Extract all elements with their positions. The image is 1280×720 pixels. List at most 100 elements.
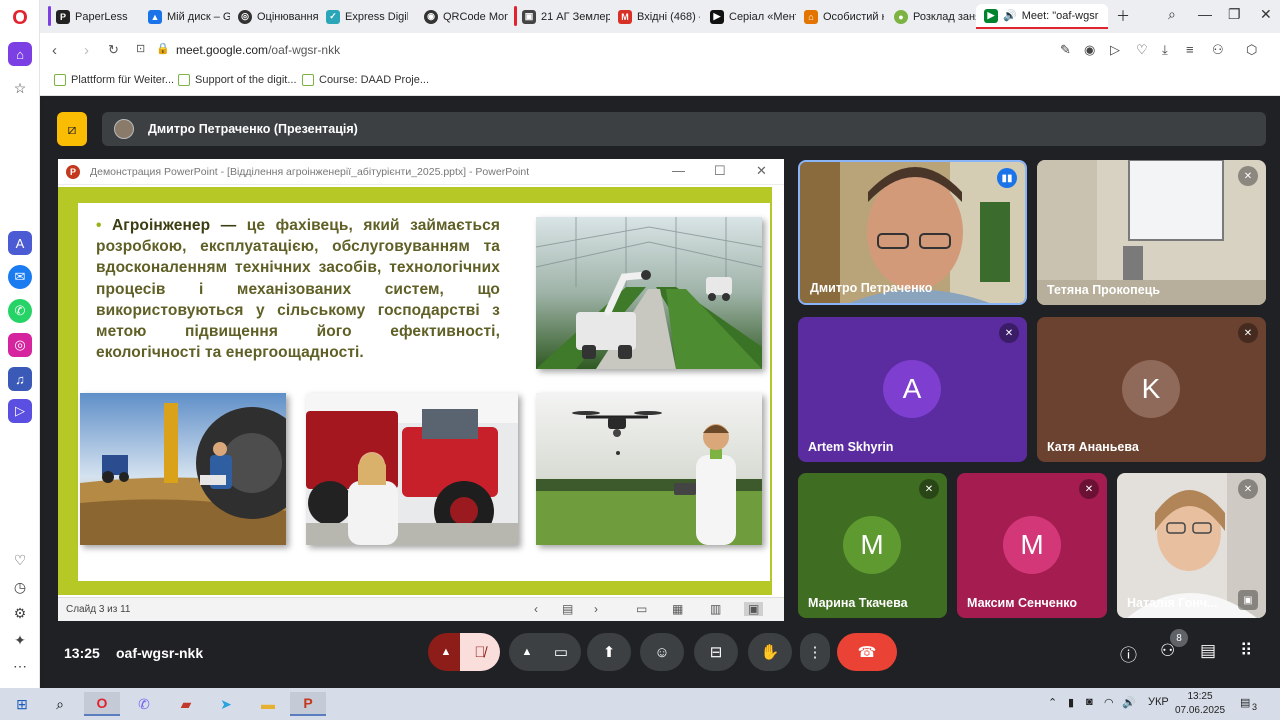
send-icon[interactable]: ▷: [1110, 42, 1120, 58]
stop-presenting-button[interactable]: ⧄: [57, 112, 87, 146]
messenger-icon[interactable]: ✉: [8, 265, 32, 289]
clock[interactable]: 13:25 07.06.2025: [1172, 690, 1228, 718]
leave-call-button[interactable]: ☎: [837, 633, 897, 671]
history-icon[interactable]: ◷: [8, 575, 32, 599]
tab-3[interactable]: ✓ Express Digibo: [318, 4, 408, 29]
prev-slide-icon[interactable]: ‹: [534, 602, 538, 616]
download-icon[interactable]: ⤓: [1162, 42, 1168, 58]
tab-8[interactable]: ⌂ Особистий ка: [796, 4, 884, 29]
close-button[interactable]: ✕: [1260, 6, 1272, 23]
language-indicator[interactable]: УКР: [1148, 696, 1169, 708]
back-icon[interactable]: ‹: [52, 42, 57, 59]
powerpoint-taskbar-icon[interactable]: P: [290, 692, 326, 716]
camera-toggle-button[interactable]: ▭: [541, 633, 581, 671]
windows-start-icon[interactable]: ⊞: [4, 692, 40, 716]
participant-avatar: M: [843, 516, 901, 574]
volume-icon[interactable]: 🔊: [1122, 696, 1136, 709]
search-tabs-icon[interactable]: ⌕: [1168, 6, 1176, 23]
reading-view-icon[interactable]: ▥: [710, 602, 721, 616]
whatsapp-icon[interactable]: ✆: [8, 299, 32, 323]
bookmark-1[interactable]: Support of the digit...: [178, 74, 297, 86]
reload-icon[interactable]: ↻: [108, 42, 119, 58]
url-field[interactable]: meet.google.com/oaf-wgsr-nkk: [176, 43, 340, 57]
lock-icon[interactable]: 🔒: [156, 42, 170, 55]
heart-icon[interactable]: ♡: [1136, 42, 1148, 58]
participant-tile[interactable]: M ✕ Марина Ткачева: [798, 473, 947, 618]
participant-tile[interactable]: ✕ ▣ Наталія Гонч...: [1117, 473, 1266, 618]
player-icon[interactable]: ▷: [8, 399, 32, 423]
notifications-icon[interactable]: ▤: [1240, 696, 1250, 709]
tab-4[interactable]: ◉ QRCode Monk: [416, 4, 508, 29]
camera-tray-icon[interactable]: ◙: [1086, 696, 1093, 708]
forward-icon[interactable]: ›: [84, 42, 89, 59]
profile-icon[interactable]: ⚇: [1212, 42, 1224, 58]
music-icon[interactable]: ♫: [8, 367, 32, 391]
people-icon[interactable]: ⚇: [1160, 641, 1175, 661]
network-icon[interactable]: ◠: [1104, 696, 1114, 709]
tray-chevron-icon[interactable]: ⌃: [1048, 696, 1057, 709]
aria-icon[interactable]: A: [8, 231, 32, 255]
reactions-button[interactable]: ☺: [640, 633, 684, 671]
activities-icon[interactable]: ⠿: [1240, 641, 1252, 661]
file-explorer-icon[interactable]: ▬: [250, 692, 286, 716]
opera-logo-icon[interactable]: O: [8, 6, 32, 30]
sorter-view-icon[interactable]: ▦: [672, 602, 683, 616]
instagram-icon[interactable]: ◎: [8, 333, 32, 357]
heart-icon[interactable]: ♡: [8, 548, 32, 572]
more-icon[interactable]: ⋯: [8, 654, 32, 678]
home-icon[interactable]: ⌂: [8, 42, 32, 66]
mic-options-button[interactable]: ▲: [428, 633, 464, 671]
tab-9[interactable]: ● Розклад занят: [886, 4, 980, 29]
menu-icon[interactable]: ≡: [1186, 42, 1194, 57]
tab-6[interactable]: M Вхідні (468) – g: [610, 4, 700, 29]
audio-icon[interactable]: 🔊: [1003, 9, 1017, 22]
microphone-toggle-button[interactable]: 🎙̸: [460, 633, 500, 671]
bulb-icon[interactable]: ✦: [8, 628, 32, 652]
bookmark-0[interactable]: Plattform für Weiter...: [54, 74, 174, 86]
edit-icon[interactable]: ✎: [1060, 42, 1071, 58]
calendar-icon: ▣: [522, 9, 536, 24]
settings-icon[interactable]: ⚙: [8, 601, 32, 625]
participant-tile[interactable]: ▮▮ Дмитро Петраченко: [798, 160, 1027, 305]
slideshow-view-icon[interactable]: ▣: [744, 602, 764, 616]
telegram-icon[interactable]: ➤: [208, 692, 244, 716]
normal-view-icon[interactable]: ▭: [636, 602, 647, 616]
tab-2[interactable]: ◎ Оцінювання в: [230, 4, 318, 29]
notes-icon[interactable]: ▤: [562, 602, 573, 616]
participant-tile[interactable]: K ✕ Катя Ананьева: [1037, 317, 1266, 462]
new-tab-button[interactable]: ＋: [1116, 6, 1130, 26]
camera-icon[interactable]: ◉: [1084, 42, 1095, 58]
ppt-minimize-button[interactable]: —: [672, 163, 685, 178]
tab-7[interactable]: ▶ Серіал «Мент: [702, 4, 796, 29]
camera-options-button[interactable]: ▲: [509, 633, 545, 671]
maximize-button[interactable]: ❐: [1228, 6, 1241, 23]
search-icon[interactable]: ⌕: [42, 692, 78, 716]
usb-icon[interactable]: ▮: [1068, 696, 1074, 709]
pip-icon[interactable]: ▣: [1238, 590, 1258, 610]
opera-taskbar-icon[interactable]: O: [84, 692, 120, 716]
participant-tile[interactable]: M ✕ Максим Сенченко: [957, 473, 1107, 618]
raise-hand-button[interactable]: ✋: [748, 633, 792, 671]
viber-icon[interactable]: ✆: [126, 692, 162, 716]
bookmark-2[interactable]: Course: DAAD Proje...: [302, 74, 429, 86]
ppt-close-button[interactable]: ✕: [756, 163, 767, 179]
participant-tile[interactable]: A ✕ Artem Skhyrin: [798, 317, 1027, 462]
participant-tile[interactable]: ✕ Тетяна Прокопець: [1037, 160, 1266, 305]
tab-5[interactable]: ▣ 21 АГ Землер: [514, 4, 610, 29]
tab-1[interactable]: ▲ Мій диск – Go: [140, 4, 230, 29]
tab-10-active[interactable]: ▶ 🔊 Meet: "oaf-wgsr: [976, 4, 1108, 29]
present-button[interactable]: ⬆: [587, 633, 631, 671]
star-icon[interactable]: ☆: [8, 76, 32, 100]
mail-app-icon[interactable]: ▰: [168, 692, 204, 716]
ppt-maximize-button[interactable]: ☐: [714, 163, 726, 179]
captions-button[interactable]: ⊟: [694, 633, 738, 671]
tab-0[interactable]: P PaperLess: [48, 4, 140, 29]
site-settings-icon[interactable]: ⊡: [136, 42, 145, 55]
next-slide-icon[interactable]: ›: [594, 602, 598, 616]
meet-controls: 13:25 oaf-wgsr-nkk ▲ 🎙̸ ▲ ▭ ⬆ ☺ ⊟ ✋ ⋮ ☎ …: [44, 629, 1280, 687]
info-icon[interactable]: ⓘ: [1120, 641, 1137, 666]
chat-icon[interactable]: ▤: [1200, 641, 1216, 661]
minimize-button[interactable]: —: [1198, 6, 1212, 22]
extensions-icon[interactable]: ⬡: [1246, 42, 1257, 58]
more-options-button[interactable]: ⋮: [800, 633, 830, 671]
